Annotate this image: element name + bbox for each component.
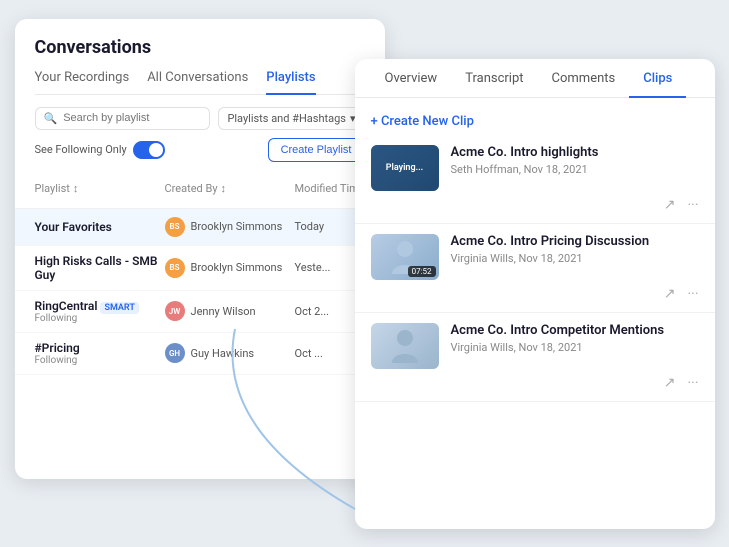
clip-thumbnail [371,323,439,369]
playlist-name-cell: RingCentral SMART Following [35,299,165,324]
conversations-title: Conversations [35,37,365,58]
search-box[interactable]: 🔍 [35,107,211,130]
clip-main: Acme Co. Intro Competitor Mentions Virgi… [371,323,699,369]
creator-cell: BS Brooklyn Simmons [165,258,295,278]
sort-icon: ↕ [221,182,227,195]
more-options-icon[interactable]: ··· [688,197,699,213]
clip-actions: ↗ ··· [371,369,699,391]
clip-meta: Virginia Wills, Nov 18, 2021 [451,341,699,354]
share-icon[interactable]: ↗ [664,286,676,302]
left-tabs-row: Your Recordings All Conversations Playli… [35,70,365,95]
creator-name: Brooklyn Simmons [191,261,283,274]
avatar: BS [165,217,185,237]
create-playlist-button[interactable]: Create Playlist [268,138,365,162]
share-icon[interactable]: ↗ [664,197,676,213]
clip-meta: Virginia Wills, Nov 18, 2021 [451,252,699,265]
playlist-name: RingCentral SMART [35,299,165,313]
toggle-knob [149,143,163,157]
create-new-clip-link[interactable]: + Create New Clip [371,114,474,129]
search-icon: 🔍 [44,112,58,125]
clip-item: Acme Co. Intro Competitor Mentions Virgi… [355,313,715,402]
clip-info: Acme Co. Intro Competitor Mentions Virgi… [451,323,699,354]
duration-badge: 07:52 [408,266,436,277]
col-created-by: Created By ↕ [165,176,295,202]
creator-cell: GH Guy Hawkins [165,343,295,363]
playlist-sub: Following [35,355,165,366]
more-options-icon[interactable]: ··· [688,375,699,391]
filter-label: Playlists and #Hashtags [227,112,346,125]
avatar: JW [165,301,185,321]
playlist-name: #Pricing [35,341,165,355]
clip-actions: ↗ ··· [371,191,699,213]
right-tabs-row: Overview Transcript Comments Clips [355,59,715,98]
tab-comments[interactable]: Comments [538,59,630,98]
tab-playlists[interactable]: Playlists [266,70,315,95]
clip-item: Playing... Acme Co. Intro highlights Set… [355,135,715,224]
creator-cell: JW Jenny Wilson [165,301,295,321]
filter-dropdown[interactable]: Playlists and #Hashtags ▾ [218,107,364,130]
clip-main: 07:52 Acme Co. Intro Pricing Discussion … [371,234,699,280]
right-panel: Overview Transcript Comments Clips + Cre… [355,59,715,529]
col-playlist: Playlist ↕ [35,176,165,202]
clip-title: Acme Co. Intro highlights [451,145,699,160]
see-following-row: See Following Only Create Playlist [15,138,385,170]
left-panel: Conversations Your Recordings All Conver… [15,19,385,479]
clip-title: Acme Co. Intro Competitor Mentions [451,323,699,338]
playlist-sub: Following [35,313,165,324]
tab-clips[interactable]: Clips [629,59,686,98]
left-panel-header: Conversations Your Recordings All Conver… [15,19,385,95]
tab-transcript[interactable]: Transcript [451,59,537,98]
clip-item: 07:52 Acme Co. Intro Pricing Discussion … [355,224,715,313]
playlist-name-cell: #Pricing Following [35,341,165,366]
playlist-name: High Risks Calls - SMB Guy [35,254,165,282]
clip-info: Acme Co. Intro highlights Seth Hoffman, … [451,145,699,176]
creator-name: Guy Hawkins [191,347,255,360]
sort-icon: ↕ [73,182,79,195]
playlist-row[interactable]: RingCentral SMART Following JW Jenny Wil… [15,291,385,333]
clip-thumbnail: 07:52 [371,234,439,280]
playlist-row[interactable]: High Risks Calls - SMB Guy BS Brooklyn S… [15,246,385,291]
create-clip-row: + Create New Clip [355,98,715,135]
playing-label: Playing... [386,163,424,173]
avatar: GH [165,343,185,363]
thumbnail-overlay: Playing... [371,145,439,191]
clip-thumbnail: Playing... [371,145,439,191]
clip-actions: ↗ ··· [371,280,699,302]
playlist-row[interactable]: Your Favorites BS Brooklyn Simmons Today [15,209,385,246]
tab-your-recordings[interactable]: Your Recordings [35,70,130,95]
creator-cell: BS Brooklyn Simmons [165,217,295,237]
avatar: BS [165,258,185,278]
playlist-name: Your Favorites [35,220,165,234]
more-options-icon[interactable]: ··· [688,286,699,302]
search-filter-row: 🔍 Playlists and #Hashtags ▾ [15,95,385,138]
creator-name: Jenny Wilson [191,305,256,318]
person-silhouette [390,327,420,365]
search-input[interactable] [63,112,201,124]
see-following-toggle[interactable] [133,141,165,159]
creator-name: Brooklyn Simmons [191,220,283,233]
clip-title: Acme Co. Intro Pricing Discussion [451,234,699,249]
tab-overview[interactable]: Overview [371,59,452,98]
clip-meta: Seth Hoffman, Nov 18, 2021 [451,163,699,176]
playlist-row[interactable]: #Pricing Following GH Guy Hawkins Oct ..… [15,333,385,375]
see-following-label: See Following Only [35,143,127,156]
tab-all-conversations[interactable]: All Conversations [147,70,248,95]
table-header: Playlist ↕ Created By ↕ Modified Time ↕ … [15,170,385,209]
share-icon[interactable]: ↗ [664,375,676,391]
clip-main: Playing... Acme Co. Intro highlights Set… [371,145,699,191]
clip-info: Acme Co. Intro Pricing Discussion Virgin… [451,234,699,265]
